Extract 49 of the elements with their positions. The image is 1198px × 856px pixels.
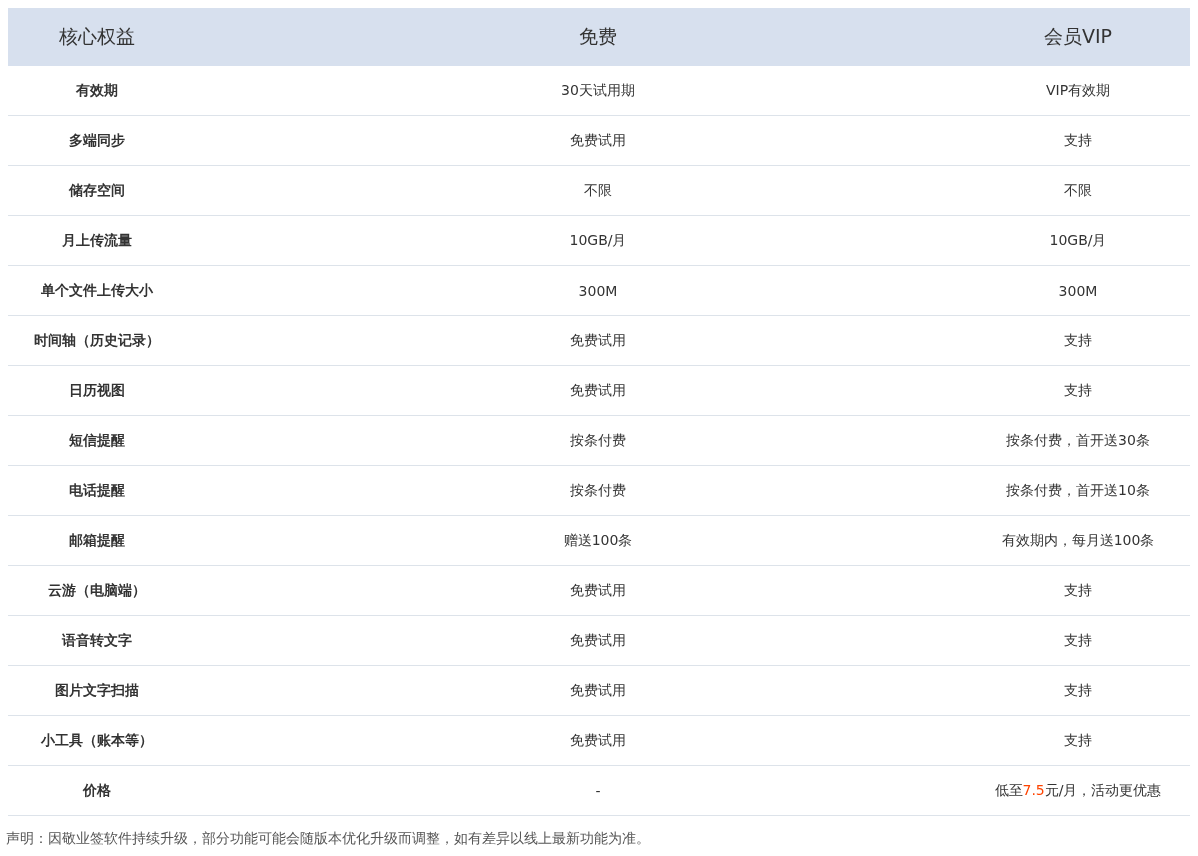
table-cell-text: 免费试用 (569, 681, 626, 700)
table-cell: 300M (1058, 282, 1098, 299)
table-cell: 支持 (1064, 581, 1092, 600)
table-cell-text: 免费试用 (569, 131, 626, 150)
feature-cell: 日历视图 (69, 381, 125, 400)
table-cell-text: 10GB/月 (568, 231, 627, 250)
feature-cell: 小工具（账本等） (41, 731, 153, 750)
table-cell: 10GB/月 (1049, 231, 1107, 250)
table-cell-text: 赠送100条 (562, 531, 633, 550)
column-header: 核心权益 (59, 24, 135, 49)
feature-cell: 邮箱提醒 (69, 531, 125, 550)
table-cell-text: 免费试用 (569, 331, 626, 350)
column-header: 免费 (578, 24, 617, 49)
feature-cell: 时间轴（历史记录） (34, 331, 160, 350)
feature-cell: 有效期 (76, 81, 118, 100)
table-cell: 支持 (1064, 631, 1092, 650)
feature-cell: 短信提醒 (69, 431, 125, 450)
table-cell-text: 按条付费 (569, 431, 626, 450)
table-cell: 支持 (1064, 131, 1092, 150)
disclaimer-text: 声明：因敬业签软件持续升级，部分功能可能会随版本优化升级而调整，如有差异以线上最新功能为准。 (6, 830, 650, 848)
table-cell: VIP有效期 (1045, 81, 1111, 100)
table-cell-text: 免费试用 (569, 631, 626, 650)
table-cell-text: 免费试用 (569, 581, 626, 600)
table-cell: 有效期内，每月送100条 (1001, 531, 1155, 550)
table-cell: 低至7.5元/月，活动更优惠 (994, 781, 1162, 800)
table-cell: 按条付费，首开送30条 (1006, 431, 1150, 450)
feature-cell: 电话提醒 (69, 481, 125, 500)
table-cell: 支持 (1064, 381, 1092, 400)
feature-cell: 语音转文字 (62, 631, 132, 650)
table-cell-text: 按条付费 (569, 481, 626, 500)
table-cell-text: 免费试用 (569, 381, 626, 400)
table-cell: 支持 (1064, 731, 1092, 750)
feature-cell: 价格 (83, 781, 111, 800)
feature-cell: 云游（电脑端） (48, 581, 146, 600)
table-cell-text: 不限 (583, 181, 612, 200)
table-cell-text: 300M (577, 282, 618, 299)
table-cell-text: - (594, 782, 601, 799)
feature-cell: 多端同步 (69, 131, 125, 150)
feature-cell: 月上传流量 (62, 231, 132, 250)
table-cell-text: 免费试用 (569, 731, 626, 750)
table-cell: 支持 (1064, 681, 1092, 700)
table-cell: 按条付费，首开送10条 (1006, 481, 1150, 500)
table-cell: 不限 (1064, 181, 1092, 200)
table-cell-text: 30天试用期 (560, 81, 635, 100)
feature-cell: 单个文件上传大小 (41, 281, 153, 300)
column-header: 会员VIP (1043, 24, 1113, 49)
table-cell: 支持 (1064, 331, 1092, 350)
feature-cell: 储存空间 (69, 181, 125, 200)
feature-cell: 图片文字扫描 (55, 681, 139, 700)
